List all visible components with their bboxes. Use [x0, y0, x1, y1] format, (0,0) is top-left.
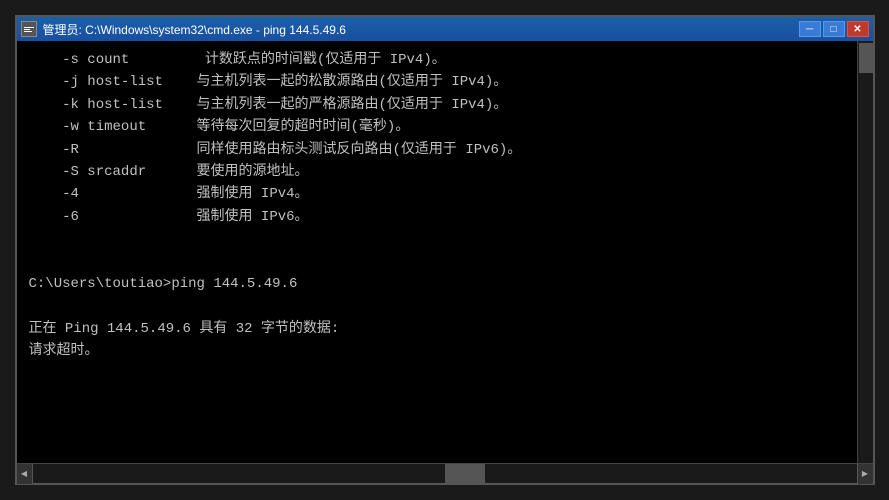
title-bar-left: 管理员: C:\Windows\system32\cmd.exe - ping …	[21, 21, 346, 38]
maximize-button[interactable]: □	[823, 21, 845, 37]
window-controls: ─ □ ✕	[799, 21, 869, 37]
scroll-left-button[interactable]: ◀	[17, 464, 33, 484]
horizontal-scrollbar[interactable]: ◀ ▶	[17, 463, 873, 483]
terminal-output: -s count 计数跃点的时间戳(仅适用于 IPv4)。 -j host-li…	[29, 49, 861, 362]
close-button[interactable]: ✕	[847, 21, 869, 37]
scroll-track	[33, 464, 857, 483]
terminal-content: -s count 计数跃点的时间戳(仅适用于 IPv4)。 -j host-li…	[17, 41, 873, 463]
title-bar: 管理员: C:\Windows\system32\cmd.exe - ping …	[17, 17, 873, 41]
scroll-right-button[interactable]: ▶	[857, 464, 873, 484]
scrollbar-thumb[interactable]	[859, 43, 873, 73]
vertical-scrollbar[interactable]	[857, 41, 873, 463]
minimize-button[interactable]: ─	[799, 21, 821, 37]
window-title: 管理员: C:\Windows\system32\cmd.exe - ping …	[43, 21, 346, 38]
cmd-icon	[21, 21, 37, 37]
cmd-window: 管理员: C:\Windows\system32\cmd.exe - ping …	[15, 15, 875, 485]
scroll-thumb[interactable]	[445, 464, 485, 483]
